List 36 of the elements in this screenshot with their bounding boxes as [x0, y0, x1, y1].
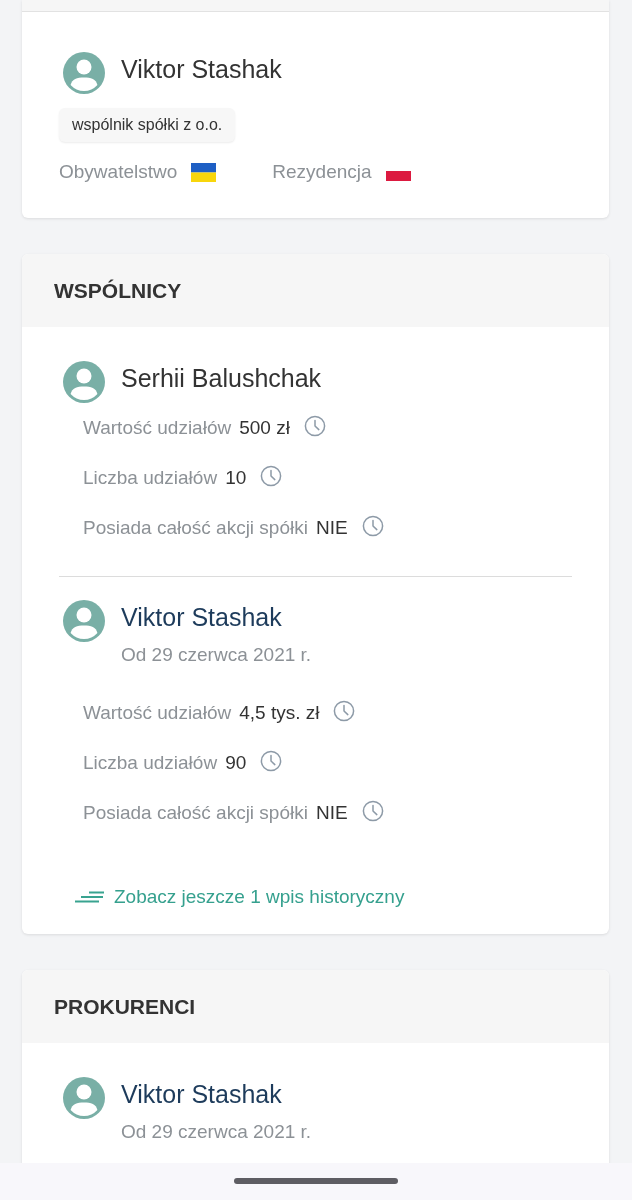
person-name: Serhii Balushchak — [121, 363, 322, 394]
history-lines-icon — [74, 891, 104, 903]
role-badge: wspólnik spółki z o.o. — [59, 108, 236, 142]
avatar-icon — [63, 361, 105, 403]
since-date: Od 29 czerwca 2021 r. — [121, 1120, 312, 1144]
person-name[interactable]: Viktor Stashak — [121, 1077, 282, 1111]
detail-label: Posiada całość akcji spółki — [83, 517, 308, 539]
detail-label: Wartość udziałów — [83, 417, 232, 439]
person-name: Viktor Stashak — [121, 54, 282, 85]
avatar-icon — [63, 1077, 105, 1119]
detail-value: 90 — [225, 752, 247, 774]
clock-icon[interactable] — [260, 750, 283, 772]
person-name[interactable]: Viktor Stashak — [121, 600, 282, 634]
clock-icon[interactable] — [333, 700, 356, 722]
detail-label: Liczba udziałów — [83, 752, 218, 774]
avatar-icon — [63, 600, 105, 642]
detail-value: NIE — [315, 802, 348, 824]
section-title: PROKURENCI — [54, 994, 196, 1019]
detail-label: Wartość udziałów — [83, 702, 232, 724]
detail-label: Posiada całość akcji spółki — [83, 802, 308, 824]
attribute-label: Rezydencja — [272, 160, 372, 184]
clock-icon[interactable] — [303, 415, 326, 437]
detail-value: NIE — [315, 517, 348, 539]
detail-label: Liczba udziałów — [83, 467, 218, 489]
avatar-icon — [63, 52, 105, 94]
ukraine-flag-icon — [191, 162, 217, 182]
detail-value: 500 zł — [239, 417, 290, 439]
clock-icon[interactable] — [361, 515, 384, 537]
flag-icon — [385, 171, 411, 181]
section-title: WSPÓLNICY — [54, 278, 182, 303]
attribute-label: Obywatelstwo — [59, 160, 178, 184]
clock-icon[interactable] — [361, 800, 384, 822]
detail-value: 10 — [225, 467, 247, 489]
since-date: Od 29 czerwca 2021 r. — [121, 643, 312, 667]
clock-icon[interactable] — [260, 465, 283, 487]
detail-value: 4,5 tys. zł — [239, 702, 320, 724]
